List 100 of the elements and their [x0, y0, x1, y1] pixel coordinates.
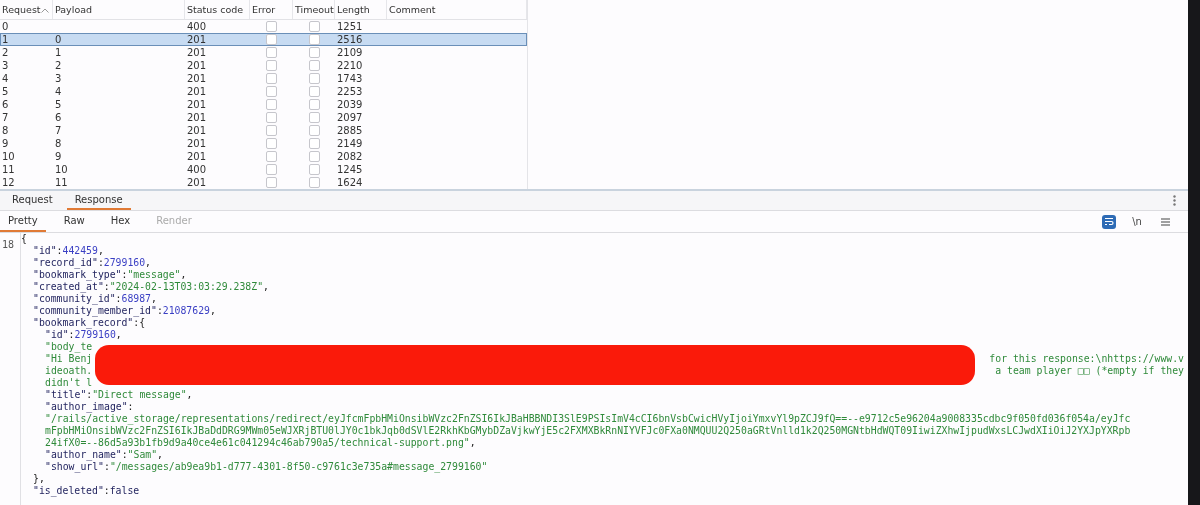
checkbox[interactable]: [266, 34, 277, 45]
checkbox[interactable]: [266, 138, 277, 149]
column-header[interactable]: Request: [0, 0, 53, 19]
json-punctuation: :: [115, 293, 122, 305]
column-header[interactable]: Payload: [53, 0, 185, 19]
checkbox[interactable]: [308, 164, 320, 175]
table-cell-text: 201: [186, 98, 208, 111]
column-header[interactable]: Comment: [387, 0, 527, 19]
tab[interactable]: Pretty: [0, 211, 46, 232]
table-cell-text: 1: [54, 46, 63, 59]
checkbox[interactable]: [308, 177, 320, 188]
json-key: "community_member_id": [33, 305, 157, 317]
table-cell-text: 4: [54, 85, 63, 98]
table-cell-text: 11: [1, 163, 16, 176]
table-cell-text: 9: [1, 137, 10, 150]
table-row[interactable]: 10 9 201 2082: [0, 150, 527, 163]
wrap-lines-button[interactable]: [1102, 214, 1116, 229]
table-cell-text: 400: [186, 163, 208, 176]
json-key: "bookmark_type": [33, 269, 122, 281]
json-punctuation: :: [156, 305, 163, 317]
json-punctuation: ,: [151, 293, 157, 305]
checkbox[interactable]: [266, 99, 277, 110]
column-header[interactable]: Timeout: [293, 0, 335, 19]
json-key: "is_deleted": [33, 485, 104, 497]
table-row[interactable]: 2 1 201 2109: [0, 46, 527, 59]
sort-ascending-icon: [41, 8, 49, 13]
checkbox[interactable]: [308, 60, 320, 71]
checkbox[interactable]: [308, 112, 320, 123]
table-row[interactable]: 4 3 201 1743: [0, 72, 527, 85]
table-cell-text: 1624: [336, 176, 364, 189]
json-key: "created_at": [33, 281, 104, 293]
checkbox[interactable]: [266, 47, 277, 58]
json-string: "message": [127, 269, 181, 281]
column-header[interactable]: Status code: [185, 0, 250, 19]
checkbox[interactable]: [266, 125, 277, 136]
table-row[interactable]: 9 8 201 2149: [0, 137, 527, 150]
table-cell-text: 2253: [336, 85, 364, 98]
checkbox[interactable]: [308, 34, 320, 45]
json-key: "author_image": [45, 401, 128, 413]
checkbox[interactable]: [266, 86, 277, 97]
tab[interactable]: Request: [4, 191, 61, 210]
table-cell-text: 2109: [336, 46, 364, 59]
checkbox[interactable]: [308, 99, 320, 110]
more-options-icon[interactable]: [1173, 195, 1176, 206]
json-number: 2799160: [103, 257, 146, 269]
column-header[interactable]: Error: [250, 0, 293, 19]
table-row[interactable]: 0 400 1251: [0, 20, 527, 33]
checkbox[interactable]: [266, 112, 277, 123]
checkbox[interactable]: [266, 164, 277, 175]
json-punctuation: ,: [115, 329, 122, 341]
table-row[interactable]: 5 4 201 2253: [0, 85, 527, 98]
table-row[interactable]: 1 0 201 2516: [0, 33, 527, 46]
table-cell-text: 2: [1, 46, 10, 59]
column-header[interactable]: Length: [335, 0, 387, 19]
json-string: mFpbHMiOnsibWVzc2FnZSI6IkJBaDdDRG9MWm05eWJXRjBTU0lJY0c1bkJqb0dSVlE2RkhKbGMybDZaVjkwYjE5c2FXMXBkRnNIYVFJc0FXa0NMQUU2Q250aGRtVnlld1k2Q250MGNtbHdWQT09IiwiZXhwIjpudWxsLCJwdXIiOiJ2YXJpYXRpb: [45, 425, 1131, 437]
table-cell-text: 201: [186, 59, 208, 72]
checkbox[interactable]: [266, 177, 277, 188]
table-cell-text: 2210: [336, 59, 364, 72]
json-punctuation: ,: [469, 437, 476, 449]
table-cell-text: 2516: [336, 33, 364, 46]
table-row[interactable]: 11 10 400 1245: [0, 163, 527, 176]
checkbox[interactable]: [308, 86, 320, 97]
table-cell-text: 0: [54, 33, 63, 46]
json-string: "/messages/ab9ea9b1-d777-4301-8f50-c9761c3e735a#message_2799160": [109, 461, 488, 473]
checkbox[interactable]: [308, 125, 320, 136]
checkbox[interactable]: [308, 21, 320, 32]
json-key: "id": [45, 329, 69, 341]
checkbox[interactable]: [308, 47, 320, 58]
table-cell-text: 201: [186, 33, 208, 46]
table-cell-text: 10: [54, 163, 69, 176]
checkbox[interactable]: [266, 73, 277, 84]
line-number: 18: [1, 239, 15, 250]
table-cell-text: 201: [186, 124, 208, 137]
table-cell-text: 201: [186, 72, 208, 85]
table-cell-text: 9: [54, 150, 63, 163]
tab[interactable]: Hex: [102, 211, 139, 232]
checkbox[interactable]: [266, 21, 277, 32]
table-row[interactable]: 7 6 201 2097: [0, 111, 527, 124]
table-row[interactable]: 12 11 201 1624: [0, 176, 527, 189]
code-text: a team player □□ (*empty if they: [995, 365, 1184, 377]
tab[interactable]: Raw: [55, 211, 93, 232]
json-punctuation: :: [86, 389, 93, 401]
checkbox[interactable]: [308, 151, 320, 162]
table-cell-text: 12: [1, 176, 16, 189]
table-row[interactable]: 8 7 201 2885: [0, 124, 527, 137]
json-punctuation: :: [68, 329, 75, 341]
json-string: "2024-02-13T03:03:29.238Z": [109, 281, 264, 293]
json-punctuation: ,: [209, 305, 216, 317]
json-punctuation: :: [56, 245, 63, 257]
newline-toggle-button[interactable]: \n: [1130, 214, 1144, 229]
table-row[interactable]: 3 2 201 2210: [0, 59, 527, 72]
checkbox[interactable]: [266, 151, 277, 162]
table-row[interactable]: 6 5 201 2039: [0, 98, 527, 111]
tab[interactable]: Response: [66, 191, 131, 210]
table-cell-text: 201: [186, 150, 208, 163]
checkbox[interactable]: [308, 73, 320, 84]
checkbox[interactable]: [308, 138, 320, 149]
json-punctuation: ,: [145, 257, 151, 269]
checkbox[interactable]: [266, 60, 277, 71]
json-punctuation: :: [121, 269, 128, 281]
